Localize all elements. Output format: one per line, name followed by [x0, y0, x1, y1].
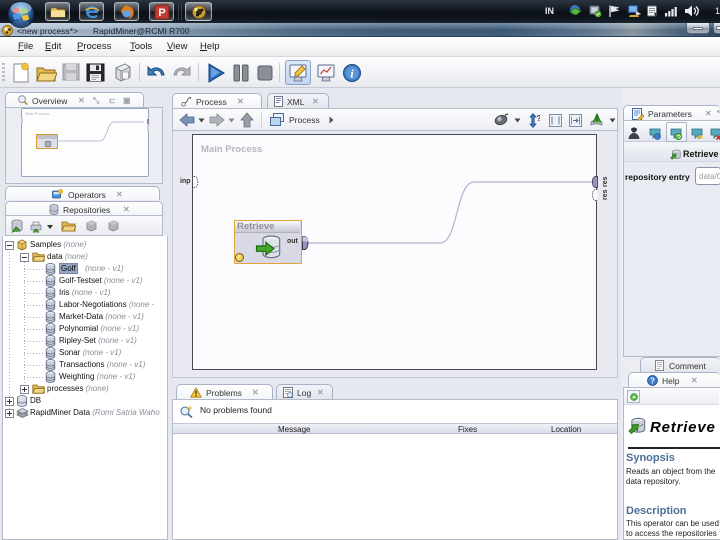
- svg-text:?: ?: [537, 114, 541, 123]
- svg-text:P: P: [158, 7, 165, 19]
- svg-text:?: ?: [650, 377, 655, 386]
